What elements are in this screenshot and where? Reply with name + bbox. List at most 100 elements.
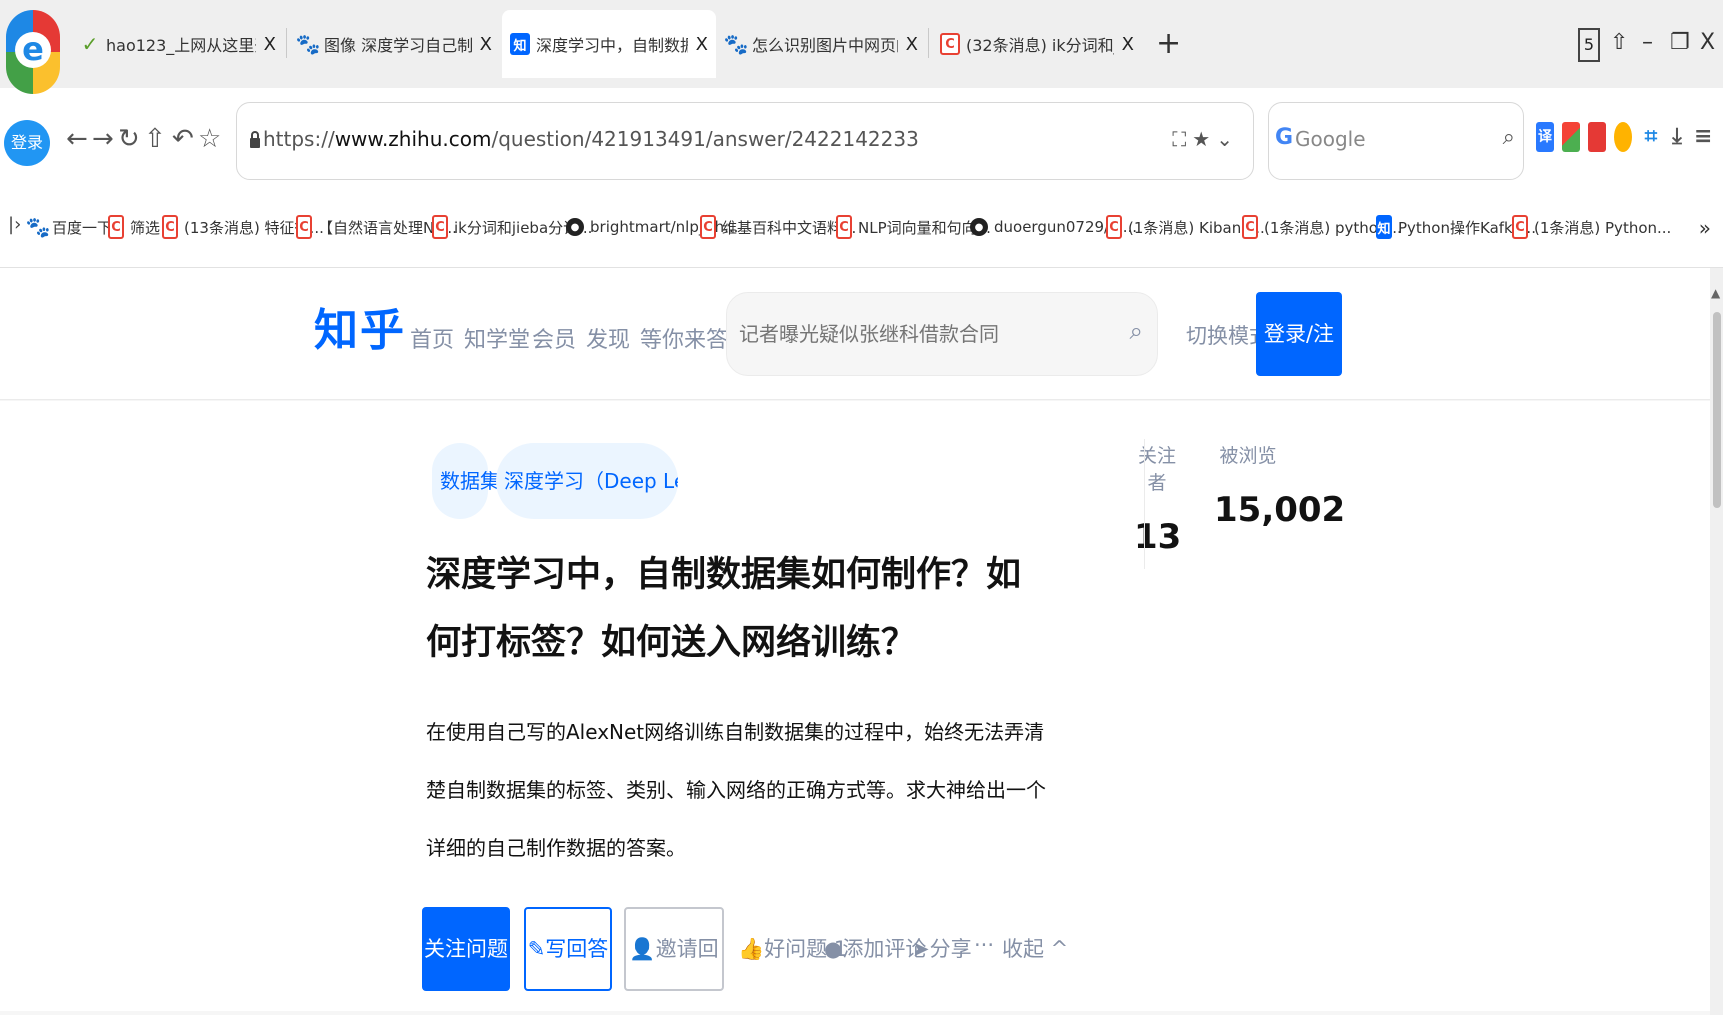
question-title: 深度学习中，自制数据集如何制作？如何打标签？如何送入网络训练？ bbox=[426, 555, 1022, 663]
tab-bar: e ✓ hao123_上网从这里开始 X 🐾 图像 深度学习自己制作数据集的 X… bbox=[0, 0, 1723, 94]
scroll-up-icon[interactable]: ▲ bbox=[1711, 286, 1720, 300]
apps-extension-icon[interactable] bbox=[1562, 122, 1580, 152]
search-icon[interactable]: ⌕ bbox=[1503, 125, 1515, 150]
url-path: /question/421913491/answer/2422142233 bbox=[491, 127, 919, 151]
search-icon[interactable]: ⌕ bbox=[1130, 317, 1143, 345]
question-header-card: 数据集 深度学习（Deep Learning） 关注者 13 被浏览 15,00… bbox=[0, 401, 1710, 1011]
crop-icon[interactable]: ⌗ bbox=[1642, 122, 1660, 152]
forward-icon[interactable]: → bbox=[92, 122, 114, 156]
bookmarks-toggle-icon[interactable]: |› bbox=[8, 214, 21, 235]
collapse-button[interactable]: 收起 ^ bbox=[1002, 933, 1068, 963]
tab-zhihu-active[interactable]: 知 深度学习中，自制数据集如何制 X bbox=[502, 10, 716, 78]
tab-count-badge[interactable]: 5 bbox=[1578, 28, 1600, 62]
search-box[interactable]: G Google ⌕ bbox=[1268, 102, 1524, 180]
views-stat: 被浏览 15,002 bbox=[1214, 441, 1346, 530]
invite-answer-button[interactable]: 👤邀请回答 bbox=[624, 907, 724, 991]
login-badge[interactable]: 登录 bbox=[4, 120, 50, 166]
bookmark-star-icon[interactable]: ★ bbox=[1192, 127, 1216, 151]
bookmark-item[interactable]: C NLP词向量和句向... bbox=[836, 212, 991, 242]
zhihu-favicon: 知 bbox=[1376, 215, 1392, 239]
back-icon[interactable]: ← bbox=[66, 122, 88, 156]
page-viewport: 知乎 首页 知学堂 会员 发现 等你来答 ⌕ 切换模式 登录/注册 数据集 深度… bbox=[0, 268, 1710, 1015]
url-scheme: https:// bbox=[263, 127, 335, 151]
bookmark-label: (1条消息) Python... bbox=[1534, 218, 1672, 237]
url-text[interactable]: https://www.zhihu.com/question/421913491… bbox=[263, 127, 919, 151]
csdn-favicon: C bbox=[940, 33, 960, 55]
new-tab-button[interactable]: + bbox=[1156, 24, 1181, 64]
tab-close-icon[interactable]: X bbox=[480, 34, 492, 55]
views-count: 15,002 bbox=[1214, 490, 1346, 530]
bookmark-item[interactable]: C 筛选 bbox=[108, 212, 160, 242]
tab-close-icon[interactable]: X bbox=[264, 34, 276, 55]
restore-button[interactable]: ❐ bbox=[1670, 28, 1690, 58]
bookmarks-bar: |› 🐾 百度一下 C 筛选 C (13条消息) 特征衍... C 【自然语言处理NL.… bbox=[0, 188, 1723, 268]
bookmark-item[interactable]: C (1条消息) Python... bbox=[1512, 212, 1671, 242]
share-button[interactable]: ➤分享 bbox=[912, 933, 972, 963]
topic-tag[interactable]: 深度学习（Deep Learning） bbox=[496, 443, 678, 519]
nav-membership[interactable]: 会员 bbox=[532, 322, 576, 354]
nav-waiting-answers[interactable]: 等你来答 bbox=[640, 322, 728, 354]
pdf-extension-icon[interactable] bbox=[1588, 122, 1606, 152]
bookmarks-more-icon[interactable]: » bbox=[1699, 216, 1711, 240]
bookmark-item[interactable]: 🐾 百度一下 bbox=[26, 212, 112, 242]
baidu-paw-favicon: 🐾 bbox=[723, 32, 749, 56]
tab-title: 怎么识别图片中网页的网站地址 bbox=[752, 36, 898, 55]
menu-icon[interactable]: ≡ bbox=[1694, 122, 1712, 152]
tab-csdn[interactable]: C (32条消息) ik分词和jieba分词哪 X bbox=[932, 10, 1142, 78]
tab-image-search[interactable]: 🐾 图像 深度学习自己制作数据集的 X bbox=[290, 10, 500, 78]
csdn-favicon: C bbox=[1512, 215, 1528, 239]
home-icon[interactable]: ⇧ bbox=[144, 122, 166, 156]
csdn-favicon: C bbox=[432, 215, 448, 239]
github-favicon: ● bbox=[566, 218, 584, 236]
search-placeholder: Google bbox=[1295, 127, 1366, 151]
tab-close-icon[interactable]: X bbox=[696, 34, 708, 55]
baidu-paw-favicon: 🐾 bbox=[295, 32, 321, 56]
write-answer-label: 写回答 bbox=[545, 937, 609, 961]
zhihu-favicon: 知 bbox=[510, 33, 530, 55]
add-comment-button[interactable]: ●添加评论 bbox=[824, 933, 926, 963]
zhihu-search-input[interactable] bbox=[739, 311, 1119, 357]
screenshot-icon[interactable]: ⛶ bbox=[1172, 127, 1192, 151]
hao123-favicon: ✓ bbox=[81, 32, 99, 56]
tab-title: 图像 深度学习自己制作数据集的 bbox=[324, 36, 472, 55]
topic-tag[interactable]: 数据集 bbox=[432, 443, 500, 519]
follow-question-button[interactable]: 关注问题 bbox=[422, 907, 510, 991]
bookmark-item[interactable]: C (1条消息) Kibana... bbox=[1106, 212, 1265, 242]
nav-home[interactable]: 首页 bbox=[410, 322, 454, 354]
close-window-button[interactable]: X bbox=[1700, 28, 1715, 58]
undo-close-icon[interactable]: ↶ bbox=[172, 122, 194, 156]
zhihu-search[interactable]: ⌕ bbox=[726, 292, 1158, 376]
screen: e ✓ hao123_上网从这里开始 X 🐾 图像 深度学习自己制作数据集的 X… bbox=[0, 0, 1723, 1015]
address-bar[interactable]: https://www.zhihu.com/question/421913491… bbox=[236, 102, 1254, 180]
scroll-thumb[interactable] bbox=[1713, 312, 1721, 508]
pin-icon[interactable]: ⇧ bbox=[1610, 28, 1628, 58]
chevron-down-icon[interactable]: ⌄ bbox=[1216, 127, 1239, 151]
tab-divider bbox=[928, 28, 929, 58]
nav-zhixuetang[interactable]: 知学堂 bbox=[464, 322, 530, 354]
download-icon[interactable]: ⤓ bbox=[1668, 122, 1686, 152]
browser-logo-e: e bbox=[15, 32, 51, 68]
browser-toolbar: ← → ↻ ⇧ ↶ ☆ https://www.zhihu.com/questi… bbox=[0, 88, 1723, 188]
write-answer-button[interactable]: ✎写回答 bbox=[524, 907, 612, 991]
stat-divider bbox=[1144, 439, 1145, 569]
bookmark-item[interactable]: C 维基百科中文语料... bbox=[700, 212, 856, 242]
csdn-favicon: C bbox=[108, 215, 124, 239]
more-button[interactable]: ··· bbox=[974, 933, 994, 957]
tab-close-icon[interactable]: X bbox=[1122, 34, 1134, 55]
page-scrollbar[interactable]: ▲ bbox=[1710, 268, 1723, 1015]
favorite-star-icon[interactable]: ☆ bbox=[198, 122, 221, 156]
nav-discover[interactable]: 发现 bbox=[586, 322, 630, 354]
tab-hao123[interactable]: ✓ hao123_上网从这里开始 X bbox=[72, 10, 284, 78]
tab-baidu-question[interactable]: 🐾 怎么识别图片中网页的网站地址 X bbox=[718, 10, 926, 78]
zhihu-logo[interactable]: 知乎 bbox=[314, 294, 406, 358]
night-mode-icon[interactable] bbox=[1614, 122, 1632, 152]
tab-close-icon[interactable]: X bbox=[906, 34, 918, 55]
url-host: www.zhihu.com bbox=[334, 127, 492, 151]
tab-divider bbox=[286, 28, 287, 58]
translate-extension-icon[interactable]: 译 bbox=[1536, 122, 1554, 152]
csdn-favicon: C bbox=[162, 215, 178, 239]
zhihu-header: 知乎 首页 知学堂 会员 发现 等你来答 ⌕ 切换模式 登录/注册 bbox=[0, 268, 1710, 430]
login-register-button[interactable]: 登录/注册 bbox=[1256, 292, 1342, 430]
reload-icon[interactable]: ↻ bbox=[118, 122, 140, 156]
minimize-button[interactable]: – bbox=[1642, 28, 1653, 58]
